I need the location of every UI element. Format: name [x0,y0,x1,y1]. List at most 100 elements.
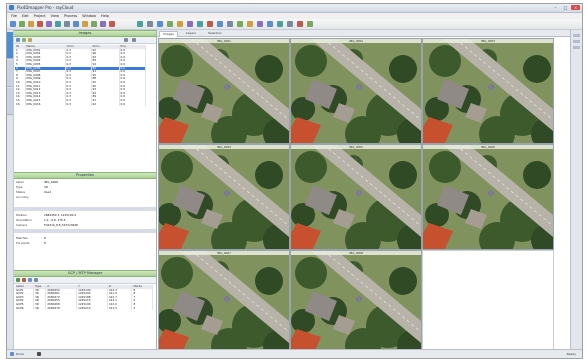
tree-canopy [161,151,193,183]
toolbar-tool-icon[interactable] [217,21,223,27]
image-cell[interactable]: IMG_0002 [290,38,422,144]
property-value[interactable]: IMG_0006 [44,180,154,184]
remove-gcp-icon[interactable] [22,278,26,282]
toolbar-tool-icon[interactable] [100,21,106,27]
property-value[interactable]: 3D [44,185,154,189]
close-icon[interactable]: × [571,5,580,10]
toolbar-tool-icon[interactable] [10,21,16,27]
tree-canopy [295,45,327,77]
tree-canopy [295,257,327,289]
tree-canopy [523,161,551,189]
import-gcp-icon[interactable] [28,278,32,282]
toolbar-tool-icon[interactable] [46,21,52,27]
image-cell-title: IMG_0003 [423,39,553,43]
right-strip-handle[interactable] [573,34,580,37]
sort-icon[interactable] [22,38,26,42]
toolbar-tool-icon[interactable] [277,21,283,27]
image-cell-title: IMG_0006 [423,145,553,149]
filter-icon[interactable] [16,38,20,42]
toolbar-tool-icon[interactable] [19,21,25,27]
status-icon [10,352,14,356]
property-label: Accuracy [16,195,29,199]
side-tab-layers[interactable] [7,60,13,87]
property-value[interactable]: Used [44,190,154,194]
tab-layers[interactable]: Layers [183,31,199,36]
image-cell-title: IMG_0001 [159,39,289,43]
aerial-photo [423,145,553,249]
property-row: Type 3D [16,185,154,189]
image-cell[interactable]: IMG_0008 [290,250,422,356]
toolbar-tool-icon[interactable] [28,21,34,27]
image-cell[interactable]: IMG_0006 [422,144,554,250]
toolbar-tool-icon[interactable] [287,21,293,27]
toolbar-tool-icon[interactable] [237,21,243,27]
tree-canopy [389,55,417,83]
param-value[interactable]: 8 [44,241,154,245]
toolbar-tool-icon[interactable] [307,21,313,27]
tree-canopy [389,161,417,189]
toolbar-tool-icon[interactable] [297,21,303,27]
side-tab-images[interactable] [7,32,13,59]
gcp-cell: 411.5 [107,306,133,311]
image-cell[interactable]: IMG_0004 [158,144,290,250]
toolbar-tool-icon[interactable] [37,21,43,27]
right-strip-handle[interactable] [573,46,580,49]
table-cell: 0.9 [119,102,146,107]
image-cell[interactable]: IMG_0001 [158,38,290,144]
table-cell: 0.3 [65,102,92,107]
toolbar-tool-icon[interactable] [109,21,115,27]
toolbar-tool-icon[interactable] [147,21,153,27]
toolbar-tool-icon[interactable] [55,21,61,27]
toolbar-tool-icon[interactable] [177,21,183,27]
tab-images[interactable]: Images [159,31,178,37]
gcp-cell: 3D [33,306,47,311]
tab-selection[interactable]: Selection [205,31,225,36]
table-row[interactable]: 16 IMG_0016 0.3 92 0.9 [15,102,146,107]
refresh-icon[interactable] [132,38,136,42]
toolbar-tool-icon[interactable] [227,21,233,27]
export-icon[interactable] [28,38,32,42]
gcp-row[interactable]: GCP6 3D 2680478 1245210 411.5 5 [15,306,153,311]
toolbar-tool-icon[interactable] [267,21,273,27]
image-cell[interactable]: IMG_0003 [422,38,554,144]
toolbar-tool-icon[interactable] [137,21,143,27]
aerial-photo [159,251,289,355]
position-value[interactable]: 2680450.3, 1245190.4 [44,213,154,217]
toolbar-tool-icon[interactable] [187,21,193,27]
right-strip-handle[interactable] [573,40,580,43]
aerial-photo [159,145,289,249]
toolbar-tool-icon[interactable] [257,21,263,27]
gcp-section-header: GCP / MTP Manager [14,270,156,277]
image-cell[interactable]: IMG_0005 [290,144,422,250]
gcp-mini-toolbar [14,277,156,284]
maximize-icon[interactable]: □ [561,5,570,10]
toolbar-tool-icon[interactable] [64,21,70,27]
position-value[interactable]: 1.2, -0.8, 178.5 [44,218,154,222]
toolbar-tool-icon[interactable] [167,21,173,27]
left-panel: Images ID Name Ymin Xmin Proj 1 IMG_0001 0.3 92… [14,30,157,349]
param-row: Tie points 8 [16,241,154,245]
tree-canopy [161,45,193,77]
param-value[interactable]: 8 [44,236,154,240]
viewer-tabs: Images Layers Selection [157,30,570,37]
tree-canopy [255,161,283,189]
param-label: Matches [16,236,28,240]
toolbar-tool-icon[interactable] [207,21,213,27]
param-label: Tie points [16,241,30,245]
side-tab-mosaic[interactable] [7,88,13,115]
toolbar-tool-icon[interactable] [73,21,79,27]
toolbar-tool-icon[interactable] [82,21,88,27]
edit-gcp-icon[interactable] [34,278,38,282]
image-cell[interactable]: IMG_0007 [158,250,290,356]
toolbar-tool-icon[interactable] [247,21,253,27]
toolbar-tool-icon[interactable] [157,21,163,27]
toolbar-tool-icon[interactable] [197,21,203,27]
minimize-icon[interactable]: – [551,5,560,10]
position-row: Position 2680450.3, 1245190.4 [16,213,154,217]
position-value[interactable]: FC6310_8.8_5472x3648 [44,223,154,227]
add-gcp-icon[interactable] [16,278,20,282]
settings-icon[interactable] [124,38,128,42]
aerial-photo [291,39,421,143]
toolbar-tool-icon[interactable] [91,21,97,27]
tree-canopy [523,55,551,83]
